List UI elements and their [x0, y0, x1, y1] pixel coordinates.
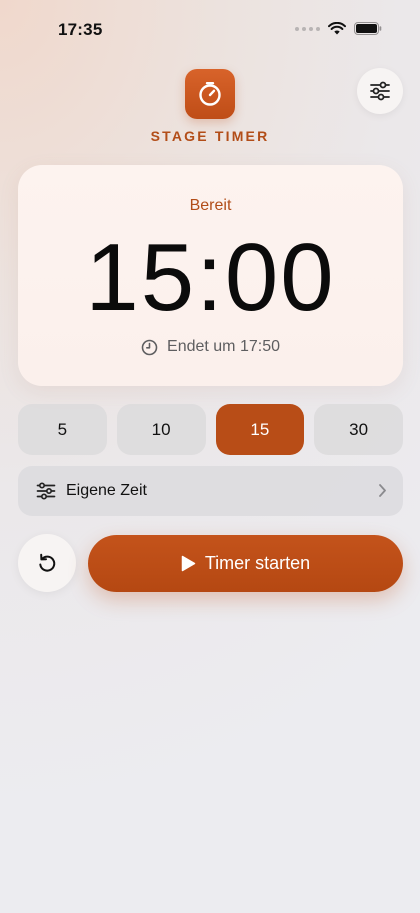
custom-time-icon	[36, 482, 56, 500]
preset-buttons: 5 10 15 30	[18, 404, 403, 455]
status-bar: 17:35	[0, 0, 420, 62]
timer-card: Bereit 15:00 Endet um 17:50	[18, 165, 403, 386]
clock-icon	[141, 339, 158, 355]
custom-time-button[interactable]: Eigene Zeit	[18, 466, 403, 516]
reset-button[interactable]	[18, 534, 76, 592]
sliders-icon	[370, 81, 390, 101]
battery-icon	[354, 22, 382, 35]
preset-5-button[interactable]: 5	[18, 404, 107, 455]
signal-dots-icon	[295, 26, 320, 31]
preset-10-button[interactable]: 10	[116, 404, 206, 455]
start-timer-label: Timer starten	[204, 553, 311, 573]
timer-end-time: Endet um 17:50	[18, 338, 403, 356]
wifi-icon	[328, 22, 346, 35]
preset-30-button[interactable]: 30	[314, 404, 403, 455]
custom-time-label: Eigene Zeit	[66, 482, 147, 499]
settings-button[interactable]	[357, 68, 403, 114]
status-time: 17:35	[58, 20, 103, 39]
app-title: STAGE TIMER	[150, 128, 270, 144]
app-logo	[185, 69, 235, 119]
app-screen: 17:35 STAGE TIMER Bereit 15:00 Endet um …	[0, 0, 420, 913]
chevron-right-icon	[379, 484, 386, 497]
timer-display: 15:00	[85, 224, 336, 331]
stopwatch-icon	[199, 82, 221, 106]
sliders-icon	[36, 482, 56, 500]
start-timer-button[interactable]: Timer starten	[88, 535, 403, 592]
timer-end-label: Endet um 17:50	[167, 338, 280, 355]
timer-status: Bereit	[189, 197, 232, 214]
play-icon	[181, 555, 196, 572]
preset-15-button[interactable]: 15	[215, 404, 305, 455]
status-icons	[295, 22, 382, 35]
reset-icon	[39, 553, 56, 572]
